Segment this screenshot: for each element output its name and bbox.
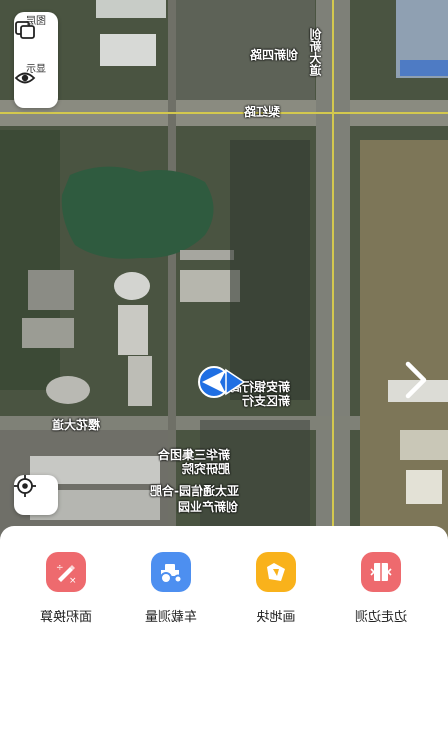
layers-label: 图层 bbox=[26, 16, 46, 27]
road-label-top: 创新四路 bbox=[250, 48, 299, 62]
tools-sheet: ÷ × 面积换算 车载测量 画地块 边走边测 bbox=[0, 526, 448, 740]
tool-label: 面积换算 bbox=[40, 610, 93, 625]
map-controls-panel: 图层 显示 bbox=[14, 12, 58, 108]
chevron-right-icon[interactable] bbox=[400, 358, 432, 402]
road-label-south: 樱花大道 bbox=[52, 418, 101, 432]
tool-label: 车载测量 bbox=[145, 610, 198, 625]
draw-plot-icon bbox=[256, 552, 296, 592]
road-label-east: 梨红路 bbox=[244, 105, 281, 119]
display-label: 显示 bbox=[26, 64, 46, 75]
poi-label-company: 新华三集团合肥研究院 bbox=[157, 448, 230, 476]
road-label-vertical: 创新大道 bbox=[309, 28, 323, 76]
calculator-icon: ÷ × bbox=[46, 552, 86, 592]
poi-label-building: 亚太通信园-合肥 bbox=[150, 484, 239, 498]
satellite-map[interactable]: 创新四路 创新大道 梨红路 樱花大道 新安银行高新区支行 新华三集团合肥研究院 … bbox=[0, 0, 448, 545]
display-button[interactable]: 显示 bbox=[14, 60, 58, 108]
walk-measure-icon bbox=[361, 552, 401, 592]
crosshair-icon bbox=[14, 475, 36, 497]
locate-button[interactable] bbox=[14, 475, 58, 515]
poi-label-park: 创新产业园 bbox=[178, 500, 239, 514]
layers-button[interactable]: 图层 bbox=[14, 12, 58, 60]
location-marker bbox=[198, 364, 246, 400]
tool-label: 画地块 bbox=[256, 610, 296, 625]
tool-walk-measure[interactable]: 边走边测 bbox=[331, 552, 431, 625]
tractor-icon bbox=[151, 552, 191, 592]
tool-label: 边走边测 bbox=[355, 610, 408, 625]
tool-area-conversion[interactable]: ÷ × 面积换算 bbox=[16, 552, 116, 625]
svg-text:÷: ÷ bbox=[56, 563, 64, 573]
tool-draw-plot[interactable]: 画地块 bbox=[226, 552, 326, 625]
svg-text:×: × bbox=[69, 576, 77, 585]
tool-vehicle-measure[interactable]: 车载测量 bbox=[121, 552, 221, 625]
